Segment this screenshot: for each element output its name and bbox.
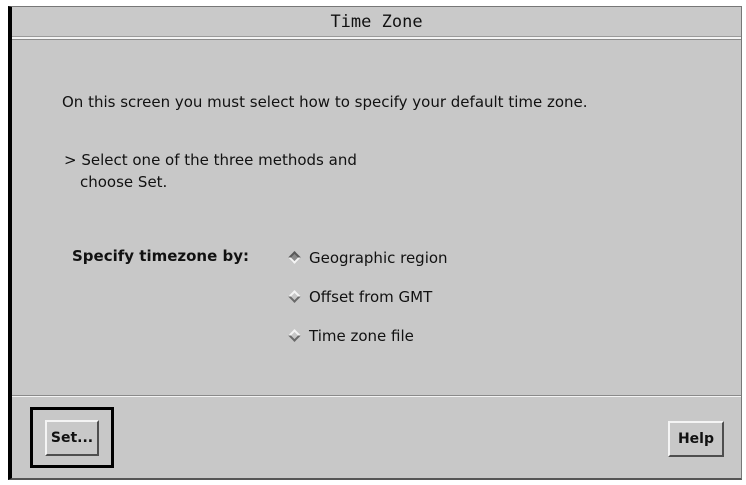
time-zone-dialog: Time Zone On this screen you must select… [8, 6, 742, 480]
set-button[interactable]: Set... [45, 420, 99, 456]
instruction-text: > Select one of the three methods and ch… [64, 149, 357, 193]
radio-time-zone-file[interactable]: Time zone file [286, 323, 448, 348]
radio-label: Geographic region [309, 248, 448, 267]
specify-timezone-label: Specify timezone by: [72, 247, 250, 265]
timezone-method-radio-group: Geographic region Offset from GMT Time z… [286, 245, 448, 362]
help-button[interactable]: Help [668, 421, 724, 457]
radio-diamond-icon [288, 329, 301, 342]
radio-geographic-region[interactable]: Geographic region [286, 245, 448, 270]
default-button-frame: Set... [30, 407, 114, 468]
instruction-line-1: > Select one of the three methods and [64, 151, 357, 169]
radio-label: Time zone file [309, 326, 414, 345]
window-title: Time Zone [12, 7, 741, 39]
radio-offset-from-gmt[interactable]: Offset from GMT [286, 284, 448, 309]
radio-label: Offset from GMT [309, 287, 433, 306]
intro-text: On this screen you must select how to sp… [62, 93, 588, 111]
radio-diamond-icon [288, 290, 301, 303]
instruction-line-2: choose Set. [80, 173, 168, 191]
dialog-content: On this screen you must select how to sp… [12, 41, 741, 393]
radio-diamond-selected-icon [288, 251, 301, 264]
button-area-separator [12, 395, 741, 397]
